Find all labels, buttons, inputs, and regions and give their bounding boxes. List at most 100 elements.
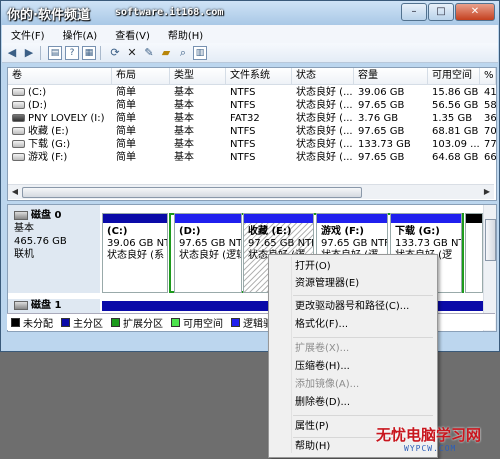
back-icon[interactable]: ◀ — [5, 46, 19, 60]
volume-cell-text: 133.73 GB — [358, 139, 411, 150]
volume-cell-fs: NTFS — [226, 99, 292, 112]
volume-row[interactable]: (D:) 简单 基本 NTFS 状态良好 (... 97.65 GB 56.56 GB 58 — [8, 99, 496, 112]
open-icon[interactable]: ▰ — [159, 46, 173, 60]
volume-cell-type: 基本 — [170, 112, 226, 125]
volume-cell-capacity: 39.06 GB — [354, 86, 428, 99]
partition-name: (C:) — [107, 226, 128, 237]
disk-icon — [14, 300, 28, 310]
column-volume[interactable]: 卷 — [8, 68, 112, 84]
volume-cell-capacity: 3.76 GB — [354, 112, 428, 125]
volume-cell-text: 77 — [484, 139, 496, 150]
partition-size: 97.65 GB NTF — [248, 238, 314, 249]
minimize-button[interactable]: – — [401, 3, 427, 21]
configure-icon[interactable]: ▥ — [193, 45, 207, 60]
volume-cell-type: 基本 — [170, 86, 226, 99]
volume-row[interactable]: 收藏 (E:) 简单 基本 NTFS 状态良好 (... 97.65 GB 68.81 GB… — [8, 125, 496, 138]
disk-icon — [14, 210, 28, 220]
volume-cell-text: 状态良好 (... — [296, 113, 353, 124]
legend-item-unallocated: 未分配 — [11, 315, 53, 330]
delete-icon[interactable]: ✕ — [125, 46, 139, 60]
refresh-icon[interactable]: ▦ — [82, 45, 96, 60]
unallocated-space[interactable] — [465, 213, 483, 293]
partition-size: 97.65 GB NT — [179, 238, 242, 249]
volume-row[interactable]: PNY LOVELY (I:) 简单 基本 FAT32 状态良好 (... 3.76 GB… — [8, 112, 496, 125]
volume-cell-capacity: 97.65 GB — [354, 125, 428, 138]
watermark-url: software.it168.com — [115, 7, 224, 18]
search-icon[interactable]: ⌕ — [176, 46, 190, 60]
volume-cell-text: 状态良好 (... — [296, 87, 353, 98]
ctx-help[interactable]: 帮助(H) — [295, 438, 330, 456]
partition-c[interactable]: (C:) 39.06 GB NT 状态良好 (系 — [102, 213, 168, 293]
volume-cell-layout: 简单 — [112, 151, 170, 164]
volume-cell-text: 97.65 GB — [358, 100, 405, 111]
volume-row[interactable]: (C:) 简单 基本 NTFS 状态良好 (... 39.06 GB 15.86 GB 41 — [8, 86, 496, 99]
volume-cell-name: 游戏 (F:) — [8, 151, 112, 164]
window-controls: – □ ✕ — [400, 3, 495, 21]
menu-view[interactable]: 查看(V) — [106, 27, 159, 42]
vertical-scroll-thumb[interactable] — [485, 219, 496, 261]
help-icon[interactable]: ? — [65, 45, 79, 60]
maximize-button[interactable]: □ — [428, 3, 454, 21]
column-free-space[interactable]: 可用空间 — [428, 68, 480, 84]
volume-cell-pct: 77 — [480, 138, 496, 151]
volume-cell-text: 基本 — [174, 87, 194, 98]
disk1-label[interactable]: 磁盘 1 — [8, 299, 100, 313]
drive-icon — [12, 88, 25, 96]
ctx-delete-volume[interactable]: 删除卷(D)... — [295, 394, 350, 412]
volume-cell-text: 68.81 GB — [432, 126, 479, 137]
forward-icon[interactable]: ▶ — [22, 46, 36, 60]
volume-cell-free: 1.35 GB — [428, 112, 480, 125]
volume-cell-type: 基本 — [170, 125, 226, 138]
logical-drive-bar — [317, 214, 387, 223]
column-capacity[interactable]: 容量 — [354, 68, 428, 84]
disk0-label[interactable]: 磁盘 0 基本 465.76 GB 联机 — [8, 205, 100, 293]
ctx-shrink-volume[interactable]: 压缩卷(H)... — [295, 358, 350, 376]
column-filesystem[interactable]: 文件系统 — [226, 68, 292, 84]
partition-size: 97.65 GB NTF — [321, 238, 388, 249]
volume-cell-free: 64.68 GB — [428, 151, 480, 164]
ctx-extend-volume: 扩展卷(X)... — [295, 343, 350, 354]
volume-cell-fs: NTFS — [226, 125, 292, 138]
legend-item-free: 可用空间 — [171, 315, 223, 330]
volume-cell-free: 103.09 ... — [428, 138, 480, 151]
horizontal-scrollbar[interactable]: ◀ ▶ — [8, 184, 494, 199]
drive-icon — [12, 153, 25, 161]
scroll-right-icon[interactable]: ▶ — [481, 186, 493, 198]
volume-cell-pct: 70 — [480, 125, 496, 138]
volume-cell-text: 基本 — [174, 113, 194, 124]
volume-cell-text: 3.76 GB — [358, 113, 399, 124]
partition-name: 收藏 (E:) — [248, 226, 292, 237]
ctx-change-letter[interactable]: 更改驱动器号和路径(C)... — [295, 298, 409, 316]
volume-cell-text: NTFS — [230, 126, 256, 137]
column-type[interactable]: 类型 — [170, 68, 226, 84]
volume-cell-text: 97.65 GB — [358, 126, 405, 137]
drive-icon — [12, 140, 25, 148]
menu-help[interactable]: 帮助(H) — [159, 27, 212, 42]
volume-cell-layout: 简单 — [112, 112, 170, 125]
ctx-properties[interactable]: 属性(P) — [295, 418, 329, 436]
partition-d[interactable]: (D:) 97.65 GB NT 状态良好 (逻辑 — [174, 213, 242, 293]
volume-cell-text: 简单 — [116, 139, 136, 150]
properties-icon[interactable]: ▤ — [48, 45, 62, 60]
ctx-format[interactable]: 格式化(F)... — [295, 316, 348, 334]
scroll-thumb[interactable] — [22, 187, 362, 198]
column-layout[interactable]: 布局 — [112, 68, 170, 84]
volume-row[interactable]: 游戏 (F:) 简单 基本 NTFS 状态良好 (... 97.65 GB 64.68 GB… — [8, 151, 496, 164]
ctx-open[interactable]: 打开(O) — [295, 258, 331, 276]
volume-cell-text: (C:) — [28, 87, 47, 98]
tools-icon[interactable]: ✎ — [142, 46, 156, 60]
menu-action[interactable]: 操作(A) — [54, 27, 107, 42]
legend-item-primary: 主分区 — [61, 315, 103, 330]
scroll-left-icon[interactable]: ◀ — [9, 186, 21, 198]
legend-label: 未分配 — [23, 318, 53, 330]
close-button[interactable]: ✕ — [455, 3, 495, 21]
column-status[interactable]: 状态 — [292, 68, 354, 84]
ctx-separator — [293, 295, 433, 296]
menu-file[interactable]: 文件(F) — [2, 27, 54, 42]
ctx-add-mirror: 添加镜像(A)... — [295, 379, 360, 390]
volume-row[interactable]: 下载 (G:) 简单 基本 NTFS 状态良好 (... 133.73 GB 103.09 … — [8, 138, 496, 151]
ctx-explore[interactable]: 资源管理器(E) — [295, 275, 359, 293]
watermark-title: 你的·软件频道 — [7, 8, 90, 23]
column-percent[interactable]: % — [480, 68, 496, 84]
settings-icon[interactable]: ⟳ — [108, 46, 122, 60]
